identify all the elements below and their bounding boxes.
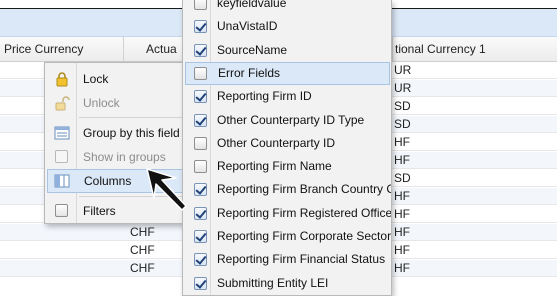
column-toggle-label: UnaVistaID xyxy=(217,19,278,34)
column-toggle-item[interactable]: Submitting Entity LEI xyxy=(185,272,390,295)
checkbox-icon[interactable] xyxy=(55,204,68,217)
menu-item-lock[interactable]: Lock xyxy=(47,67,201,91)
menu-item-group-by-this-field[interactable]: Group by this field xyxy=(47,121,201,145)
cell-notional-currency-1: SD xyxy=(394,117,411,131)
padlock-locked-icon xyxy=(56,72,68,87)
menu-item-label: Filters xyxy=(83,204,116,218)
cell-notional-currency-1: HF xyxy=(394,243,410,257)
column-toggle-item[interactable]: Other Counterparty ID Type xyxy=(185,109,390,132)
column-toggle-item[interactable]: Reporting Firm Financial Status xyxy=(185,248,390,271)
checkbox-unchecked-icon[interactable] xyxy=(194,0,207,10)
columns-submenu: keyfieldvalue UnaVistaID SourceName Error F… xyxy=(182,0,392,296)
column-toggle-item[interactable]: Reporting Firm Corporate Sector xyxy=(185,225,392,248)
column-toggle-label: SourceName xyxy=(217,42,288,57)
menu-item-label: Group by this field xyxy=(83,126,180,140)
cell-notional-currency-1: HF xyxy=(394,135,410,149)
checkbox-unchecked-icon[interactable] xyxy=(194,136,207,150)
cell-notional-currency-1: HF xyxy=(394,189,410,203)
column-header-actual[interactable]: Actua xyxy=(124,37,184,61)
checkbox-checked-icon[interactable] xyxy=(194,230,207,243)
mouse-pointer-icon xyxy=(146,168,186,211)
cell-notional-currency-1: UR xyxy=(394,63,412,77)
cell-notional-currency-1: HF xyxy=(394,207,410,221)
column-toggle-item[interactable]: keyfieldvalue xyxy=(185,0,390,15)
menu-separator xyxy=(79,117,199,118)
column-toggle-label: Other Counterparty ID Type xyxy=(217,112,365,127)
column-toggle-label: Reporting Firm Branch Country Code xyxy=(217,182,391,197)
cell-price-currency: CHF xyxy=(130,261,155,275)
column-toggle-item[interactable]: Reporting Firm Registered Office xyxy=(185,202,392,225)
cell-price-currency: CHF xyxy=(130,243,155,257)
column-toggle-item[interactable]: Error Fields xyxy=(185,61,390,85)
menu-item-label: Columns xyxy=(84,174,132,188)
column-toggle-label: Error Fields xyxy=(218,65,281,80)
column-toggle-label: Reporting Firm Financial Status xyxy=(217,252,386,267)
checkbox-checked-icon[interactable] xyxy=(194,90,207,104)
cell-notional-currency-1: SD xyxy=(394,171,411,185)
cell-notional-currency-1: UR xyxy=(394,81,412,95)
menu-item-label: Unlock xyxy=(83,96,120,110)
column-toggle-label: keyfieldvalue xyxy=(217,0,287,10)
column-toggle-item[interactable]: Other Counterparty ID xyxy=(185,132,390,155)
checkbox-checked-icon[interactable] xyxy=(194,206,207,220)
column-toggle-item[interactable]: SourceName xyxy=(185,39,390,62)
column-toggle-label: Reporting Firm Registered Office xyxy=(217,205,392,220)
checkbox-checked-icon[interactable] xyxy=(194,253,207,267)
checkbox-checked-icon[interactable] xyxy=(194,113,207,127)
checkbox-checked-icon[interactable] xyxy=(194,276,207,290)
column-toggle-item[interactable]: UnaVistaID xyxy=(185,15,390,38)
column-toggle-item[interactable]: Reporting Firm Name xyxy=(185,155,390,178)
column-toggle-label: Reporting Firm ID xyxy=(217,89,312,104)
menu-item-show-in-groups[interactable]: Show in groups xyxy=(47,145,201,169)
checkbox-checked-icon[interactable] xyxy=(194,20,207,34)
padlock-unlocked-icon xyxy=(55,96,70,111)
column-toggle-label: Other Counterparty ID xyxy=(217,135,336,150)
columns-icon xyxy=(54,174,70,188)
cell-notional-currency-1: HF xyxy=(394,261,410,275)
column-toggle-label: Reporting Firm Corporate Sector xyxy=(217,229,392,243)
column-toggle-label: Submitting Entity LEI xyxy=(217,275,329,290)
menu-item-label: Show in groups xyxy=(83,150,166,164)
cell-notional-currency-1: HF xyxy=(394,225,410,239)
checkbox-checked-icon[interactable] xyxy=(194,183,207,197)
checkbox-unchecked-icon[interactable] xyxy=(194,66,207,80)
menu-item-label: Lock xyxy=(83,72,109,86)
cell-price-currency: CHF xyxy=(130,225,155,239)
checkbox-icon xyxy=(55,150,68,163)
cell-notional-currency-1: HF xyxy=(394,153,410,167)
checkbox-unchecked-icon[interactable] xyxy=(194,160,207,174)
menu-item-unlock[interactable]: Unlock xyxy=(47,91,201,115)
column-header-price-currency[interactable]: Price Currency xyxy=(0,37,124,61)
column-toggle-label: Reporting Firm Name xyxy=(217,159,332,174)
group-by-icon xyxy=(54,126,70,140)
column-toggle-item[interactable]: Reporting Firm Branch Country Code xyxy=(185,178,391,201)
checkbox-checked-icon[interactable] xyxy=(194,43,207,57)
cell-notional-currency-1: SD xyxy=(394,99,411,113)
column-toggle-item[interactable]: Reporting Firm ID xyxy=(185,85,390,108)
column-header-notional-currency-1[interactable]: tional Currency 1 xyxy=(392,37,557,61)
